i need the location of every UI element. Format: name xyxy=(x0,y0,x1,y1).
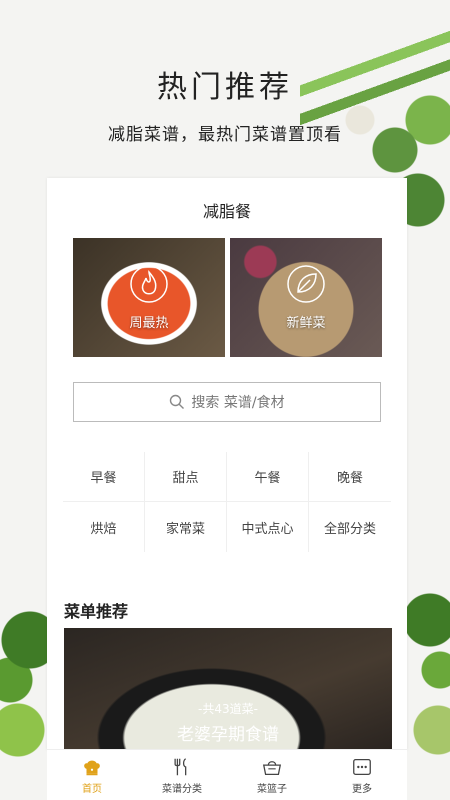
category-home-cooking[interactable]: 家常菜 xyxy=(145,502,227,552)
page-title: 热门推荐 xyxy=(157,70,293,105)
tab-home[interactable]: 首页 xyxy=(47,750,137,800)
tab-basket-label: 菜篮子 xyxy=(257,783,287,795)
weekly-hot-tile[interactable]: 周最热 xyxy=(73,238,225,357)
weekly-hot-label: 周最热 xyxy=(129,316,169,331)
category-breakfast[interactable]: 早餐 xyxy=(63,452,145,502)
fresh-dish-tile[interactable]: 新鲜菜 xyxy=(230,238,382,357)
more-icon xyxy=(353,758,371,775)
category-grid: 早餐 甜点 午餐 晚餐 烘焙 家常菜 中式点心 全部分类 xyxy=(63,452,391,552)
vegetable-decoration-right xyxy=(400,580,450,780)
page-subtitle: 减脂菜谱，最热门菜谱置顶看 xyxy=(108,125,342,145)
menu-banner[interactable]: -共43道菜- 老婆孕期食谱 xyxy=(64,628,392,750)
menu-banner-name: 老婆孕期食谱 xyxy=(177,725,279,745)
leaf-icon xyxy=(287,265,325,303)
flame-icon xyxy=(130,265,168,303)
menu-banner-count: -共43道菜- xyxy=(198,702,258,716)
category-dessert[interactable]: 甜点 xyxy=(145,452,227,502)
search-placeholder: 搜索 菜谱/食材 xyxy=(191,395,285,411)
search-input[interactable]: 搜索 菜谱/食材 xyxy=(73,382,381,422)
category-dinner[interactable]: 晚餐 xyxy=(309,452,391,502)
basket-icon xyxy=(262,760,282,775)
category-baking[interactable]: 烘焙 xyxy=(63,502,145,552)
category-all[interactable]: 全部分类 xyxy=(309,502,391,552)
tab-more-label: 更多 xyxy=(352,783,372,795)
recipe-card: 减脂餐 周最热 新鲜菜 搜索 菜谱/食材 早餐 甜点 午餐 晚餐 烘焙 家常菜 … xyxy=(47,178,407,750)
tab-home-label: 首页 xyxy=(82,783,102,795)
fresh-dish-label: 新鲜菜 xyxy=(286,316,326,331)
search-icon xyxy=(170,394,185,409)
card-title: 减脂餐 xyxy=(202,202,251,221)
utensils-icon xyxy=(174,757,187,775)
chef-hat-icon xyxy=(84,760,100,775)
tab-basket[interactable]: 菜篮子 xyxy=(227,750,317,800)
category-chinese-snacks[interactable]: 中式点心 xyxy=(227,502,309,552)
tab-categories-label: 菜谱分类 xyxy=(162,783,202,795)
category-lunch[interactable]: 午餐 xyxy=(227,452,309,502)
tab-more[interactable]: 更多 xyxy=(317,750,407,800)
menu-section-title: 菜单推荐 xyxy=(64,602,129,621)
tab-categories[interactable]: 菜谱分类 xyxy=(137,750,227,800)
bottom-tab-bar: 首页 菜谱分类 菜篮子 更多 xyxy=(47,749,407,800)
